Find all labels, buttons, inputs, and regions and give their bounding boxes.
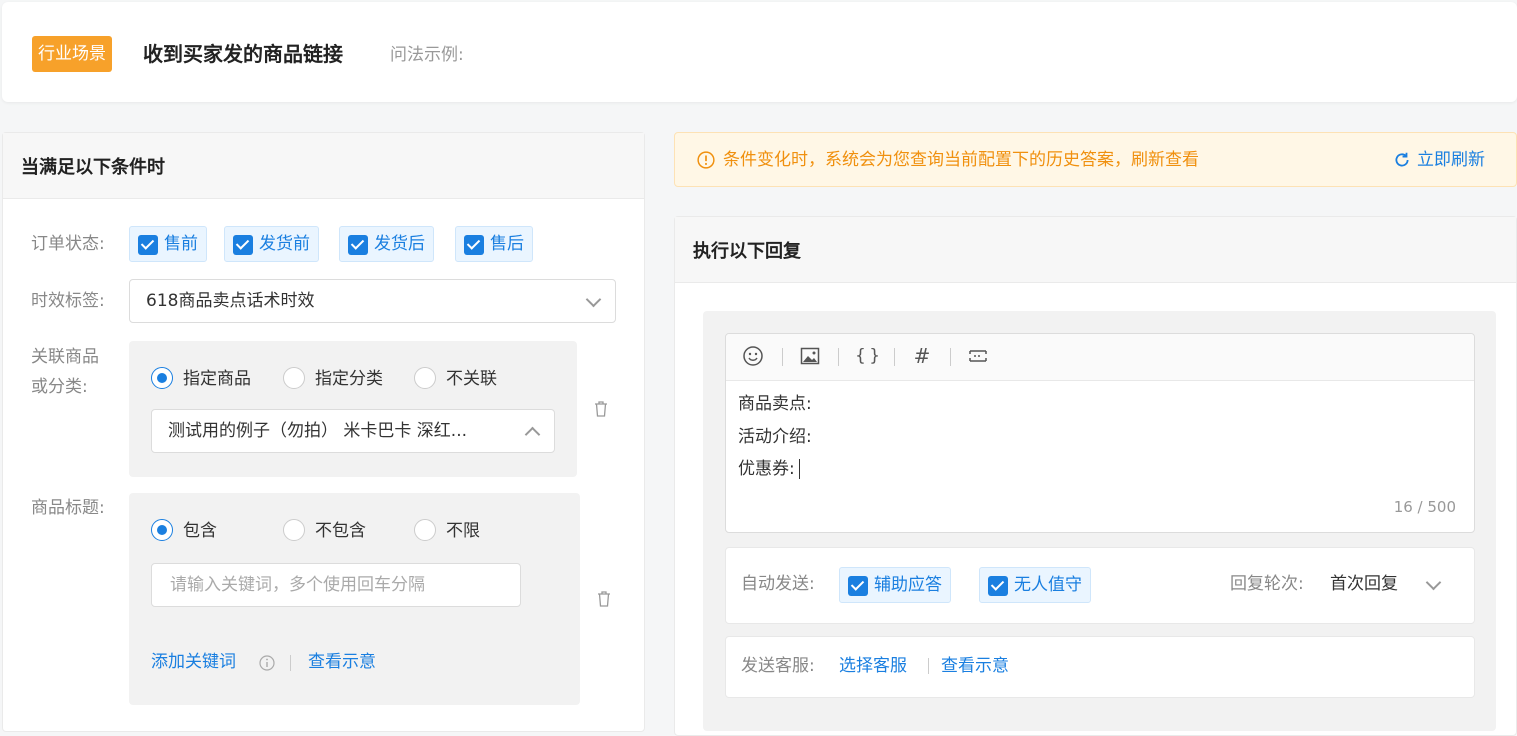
hash-icon[interactable]: # [911, 345, 933, 367]
editor-line: 活动介绍: [738, 427, 812, 447]
divider [928, 658, 929, 674]
notice-banner: 条件变化时，系统会为您查询当前配置下的历史答案，刷新查看 立即刷新 [674, 132, 1517, 187]
check-icon [348, 235, 368, 255]
refresh-now-link[interactable]: 立即刷新 [1417, 146, 1485, 174]
unattended-checkbox[interactable]: 无人值守 [979, 567, 1091, 603]
delete-icon[interactable] [594, 401, 608, 417]
related-goods-box: 指定商品 指定分类 不关联 测试用的例子（勿拍） 米卡巴卡 深红... [129, 341, 577, 477]
question-example-label: 问法示例: [390, 45, 464, 65]
text-caret [798, 459, 800, 479]
product-title-label: 商品标题: [31, 498, 105, 518]
conditions-header: 当满足以下条件时 [3, 133, 644, 199]
editor-toolbar: { } # [726, 334, 1474, 381]
keyword-input[interactable] [151, 563, 521, 607]
check-icon [138, 235, 158, 255]
assist-reply-checkbox[interactable]: 辅助应答 [839, 567, 951, 603]
notice-text: 条件变化时，系统会为您查询当前配置下的历史答案，刷新查看 [723, 150, 1199, 170]
chevron-up-icon [524, 426, 541, 443]
char-counter: 16 / 500 [1393, 498, 1456, 516]
emoji-icon[interactable] [742, 345, 764, 367]
info-icon[interactable] [259, 655, 275, 671]
radio-no-relation[interactable]: 不关联 [414, 367, 497, 391]
refresh-icon[interactable] [1393, 151, 1411, 169]
reply-title: 执行以下回复 [693, 241, 801, 262]
check-icon [464, 235, 484, 255]
order-status-label: 订单状态: [31, 234, 105, 254]
product-title-box: 包含 不包含 不限 添加关键词 查看示意 [129, 493, 580, 705]
order-status-after-ship-checkbox[interactable]: 发货后 [339, 226, 434, 262]
reply-header: 执行以下回复 [675, 217, 1516, 283]
service-card: 发送客服: 选择客服 查看示意 [725, 636, 1475, 698]
reply-panel: 执行以下回复 { } # 商品卖点: 活动介绍: 优惠券: 16 / 500 自… [674, 216, 1517, 736]
radio-not-contains[interactable]: 不包含 [283, 519, 366, 543]
image-icon[interactable] [799, 345, 821, 367]
keyword-input-field[interactable] [168, 574, 512, 596]
reply-round-label: 回复轮次: [1230, 574, 1304, 594]
order-status-presale-checkbox[interactable]: 售前 [129, 226, 207, 262]
order-status-aftersale-checkbox[interactable]: 售后 [455, 226, 533, 262]
scene-tag: 行业场景 [32, 36, 112, 72]
check-icon [848, 576, 868, 596]
check-icon [988, 576, 1008, 596]
braces-icon[interactable]: { } [855, 345, 880, 367]
auto-send-card: 自动发送: 辅助应答 无人值守 回复轮次: 首次回复 [725, 547, 1475, 624]
view-example-link[interactable]: 查看示意 [308, 648, 376, 676]
select-service-link[interactable]: 选择客服 [839, 652, 907, 680]
related-label-line2: 或分类: [31, 377, 88, 397]
order-status-before-ship-checkbox[interactable]: 发货前 [224, 226, 319, 262]
related-goods-select[interactable]: 测试用的例子（勿拍） 米卡巴卡 深红... [151, 409, 555, 453]
send-service-label: 发送客服: [741, 656, 815, 676]
view-example-link[interactable]: 查看示意 [941, 652, 1009, 680]
editor-line-last: 优惠券: [738, 455, 800, 483]
conditions-title: 当满足以下条件时 [21, 157, 165, 178]
auto-send-label: 自动发送: [741, 574, 815, 594]
related-label-line1: 关联商品 [31, 347, 99, 367]
editor-line: 商品卖点: [738, 394, 812, 414]
radio-specified-category[interactable]: 指定分类 [283, 367, 383, 391]
radio-unlimited[interactable]: 不限 [414, 519, 480, 543]
check-icon [233, 235, 253, 255]
conditions-panel: 当满足以下条件时 订单状态: 售前 发货前 发货后 售后 时效标签: 618商品… [2, 132, 645, 732]
line-break-icon[interactable] [967, 345, 989, 367]
reply-editor[interactable]: { } # 商品卖点: 活动介绍: 优惠券: 16 / 500 [725, 333, 1475, 533]
chevron-down-icon [585, 291, 602, 308]
time-tag-label: 时效标签: [31, 291, 105, 311]
radio-specified-goods[interactable]: 指定商品 [151, 367, 251, 391]
scene-header: 行业场景 收到买家发的商品链接 问法示例: [2, 2, 1517, 102]
info-circle-icon [697, 151, 715, 169]
chevron-down-icon [1425, 574, 1442, 591]
delete-icon[interactable] [597, 591, 611, 607]
reply-round-select[interactable]: 首次回复 [1330, 570, 1450, 598]
time-tag-select[interactable]: 618商品卖点话术时效 [129, 279, 616, 323]
reply-content-area: { } # 商品卖点: 活动介绍: 优惠券: 16 / 500 自动发送: 辅助 [703, 311, 1496, 731]
radio-contains[interactable]: 包含 [151, 519, 217, 543]
divider [290, 655, 291, 671]
add-keyword-link[interactable]: 添加关键词 [151, 648, 236, 676]
scene-title: 收到买家发的商品链接 [143, 42, 343, 66]
